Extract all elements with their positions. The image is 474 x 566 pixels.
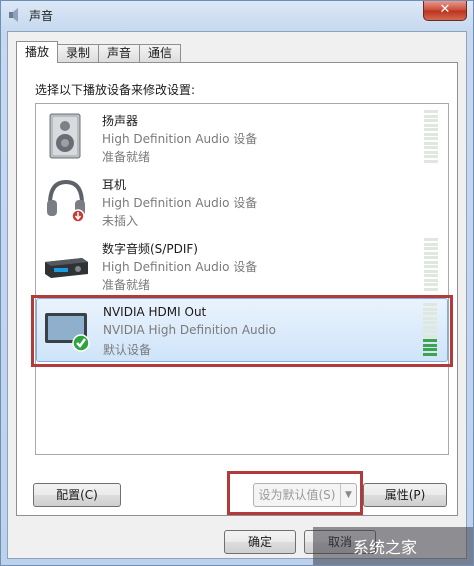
title-bar[interactable]: 声音 ✕ bbox=[1, 1, 473, 31]
meter-bar bbox=[424, 251, 438, 255]
close-button[interactable]: ✕ bbox=[423, 1, 467, 21]
device-name: 扬声器 bbox=[102, 114, 139, 128]
digital-audio-icon bbox=[45, 258, 88, 278]
meter-bar bbox=[424, 119, 438, 122]
meter-bar bbox=[424, 137, 438, 140]
meter-bar bbox=[424, 256, 438, 259]
playback-panel: 选择以下播放设备来修改设置: 扬声器 High Definition Audio… bbox=[16, 62, 458, 516]
meter-bar bbox=[424, 278, 438, 282]
device-description: High Definition Audio 设备 bbox=[102, 196, 258, 210]
device-description: High Definition Audio 设备 bbox=[102, 260, 258, 274]
device-list[interactable]: 扬声器 High Definition Audio 设备 准备就绪 耳机 Hig… bbox=[35, 103, 449, 455]
tab-communications[interactable]: 通信 bbox=[139, 44, 182, 63]
configure-button[interactable]: 配置(C) bbox=[33, 483, 121, 507]
tab-recording[interactable]: 录制 bbox=[57, 44, 100, 63]
instruction-label: 选择以下播放设备来修改设置: bbox=[35, 83, 196, 97]
meter-bar bbox=[424, 150, 438, 154]
device-item-digital-audio[interactable]: 数字音频(S/PDIF) High Definition Audio 设备 准备… bbox=[36, 234, 448, 298]
sound-dialog: 声音 ✕ 播放 录制 声音 通信 选择以下播放设备来修改设置: 扬声器 High… bbox=[0, 0, 474, 566]
properties-button[interactable]: 属性(P) bbox=[363, 483, 447, 507]
meter-bar bbox=[424, 110, 438, 113]
highlight-box-button bbox=[227, 471, 363, 515]
speaker-icon bbox=[49, 113, 81, 159]
highlight-box-device bbox=[31, 295, 453, 367]
meter-bar bbox=[424, 146, 438, 149]
meter-bar bbox=[424, 159, 438, 163]
tab-playback[interactable]: 播放 bbox=[16, 41, 59, 63]
watermark-logo: 系统之家 bbox=[313, 527, 473, 565]
tab-sounds[interactable]: 声音 bbox=[98, 44, 141, 63]
meter-bar bbox=[424, 141, 438, 145]
meter-bar bbox=[424, 132, 438, 136]
meter-bar bbox=[424, 287, 438, 291]
close-icon: ✕ bbox=[439, 2, 451, 17]
meter-bar bbox=[424, 269, 438, 273]
device-status: 准备就绪 bbox=[102, 150, 151, 164]
meter-bar bbox=[424, 274, 438, 277]
device-status: 未插入 bbox=[102, 214, 139, 228]
watermark-text: 系统之家 bbox=[353, 538, 418, 557]
meter-bar bbox=[424, 242, 438, 246]
tab-strip: 播放 录制 声音 通信 bbox=[16, 41, 182, 63]
device-name: 数字音频(S/PDIF) bbox=[102, 242, 198, 256]
device-item-headphones[interactable]: 耳机 High Definition Audio 设备 未插入 bbox=[36, 170, 448, 234]
device-name: 耳机 bbox=[102, 178, 127, 192]
device-status: 准备就绪 bbox=[102, 278, 151, 292]
meter-bar bbox=[424, 155, 438, 158]
headphones-icon bbox=[47, 179, 85, 223]
meter-bar bbox=[424, 247, 438, 250]
window-title: 声音 bbox=[29, 9, 54, 23]
device-item-speaker[interactable]: 扬声器 High Definition Audio 设备 准备就绪 bbox=[36, 106, 448, 170]
meter-bar bbox=[424, 238, 438, 241]
level-meter bbox=[424, 238, 438, 292]
device-description: High Definition Audio 设备 bbox=[102, 132, 258, 146]
meter-bar bbox=[424, 123, 438, 127]
sound-app-icon bbox=[9, 8, 18, 22]
meter-bar bbox=[424, 283, 438, 286]
meter-bar bbox=[424, 114, 438, 118]
meter-bar bbox=[424, 260, 438, 264]
meter-bar bbox=[424, 128, 438, 131]
meter-bar bbox=[424, 265, 438, 268]
level-meter bbox=[424, 110, 438, 164]
ok-button[interactable]: 确定 bbox=[224, 530, 296, 554]
dialog-client-area: 播放 录制 声音 通信 选择以下播放设备来修改设置: 扬声器 High Defi… bbox=[7, 31, 467, 559]
